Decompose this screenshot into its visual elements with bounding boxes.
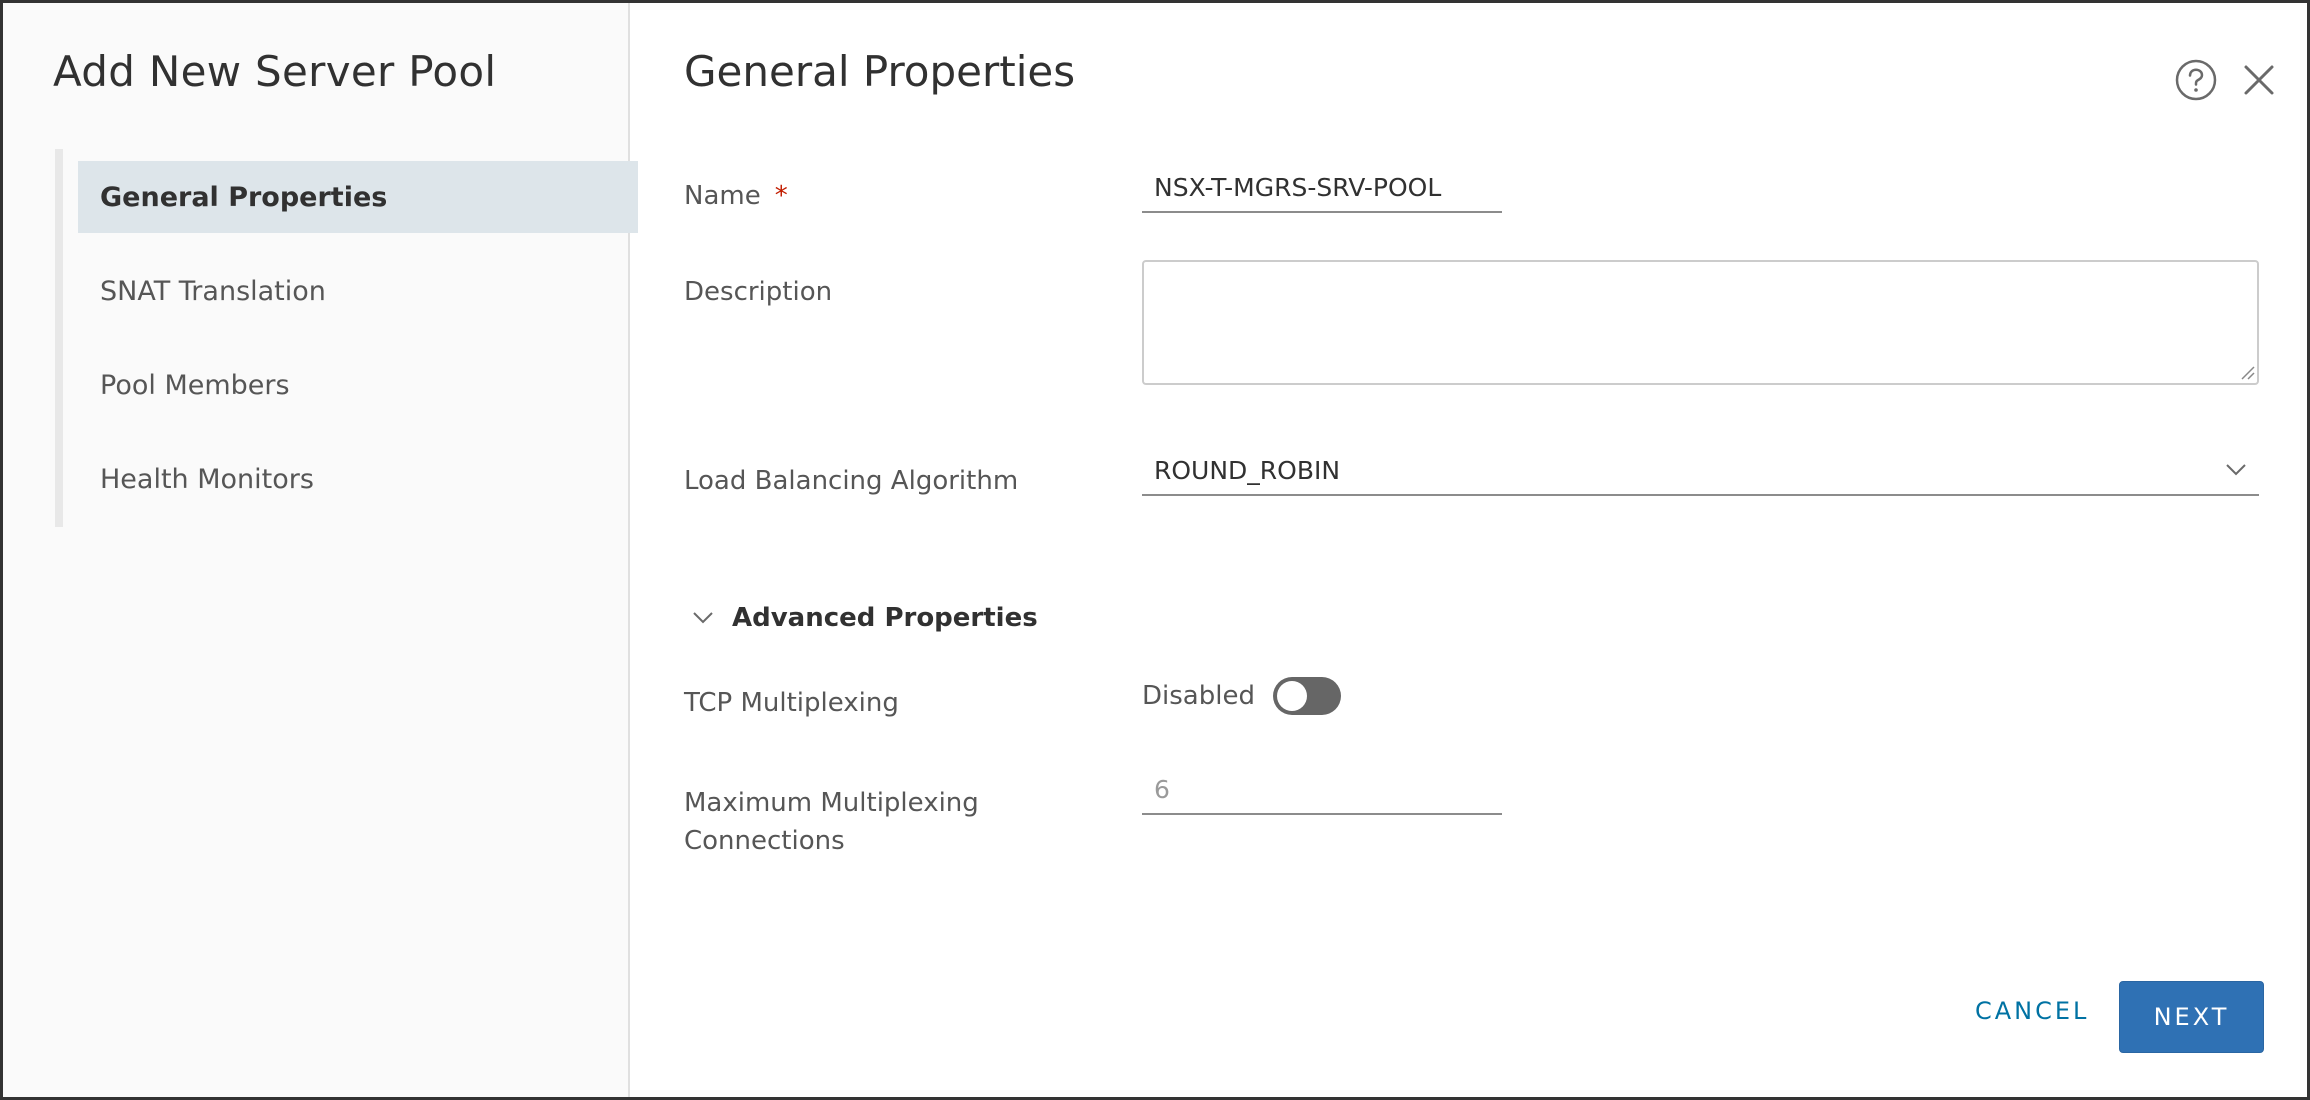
max-multiplexing-input[interactable] xyxy=(1142,765,1502,815)
advanced-properties-toggle[interactable]: Advanced Properties xyxy=(684,603,1038,633)
step-general-properties[interactable]: General Properties xyxy=(78,161,638,233)
wizard-title: Add New Server Pool xyxy=(53,47,497,96)
max-multiplexing-label-line1: Maximum Multiplexing xyxy=(684,788,979,818)
form-panel: General Properties Name * Description Loa… xyxy=(630,3,2307,1097)
tcp-multiplexing-label: TCP Multiplexing xyxy=(684,688,899,718)
advanced-properties-label: Advanced Properties xyxy=(732,603,1038,633)
step-pool-members[interactable]: Pool Members xyxy=(78,349,638,421)
cancel-button[interactable]: CANCEL xyxy=(1955,986,2109,1036)
toggle-knob xyxy=(1276,681,1307,711)
name-label: Name * xyxy=(684,181,788,211)
chevron-down-icon xyxy=(693,612,713,624)
max-multiplexing-label: Maximum Multiplexing Connections xyxy=(684,784,979,860)
tcp-multiplexing-toggle[interactable] xyxy=(1272,677,1341,715)
description-label: Description xyxy=(684,277,833,307)
resize-grip-icon[interactable] xyxy=(2238,363,2256,381)
algorithm-select[interactable]: ROUND_ROBIN xyxy=(1142,446,2259,496)
description-textarea[interactable] xyxy=(1142,260,2259,385)
algorithm-label: Load Balancing Algorithm xyxy=(684,466,1019,496)
close-icon[interactable] xyxy=(2240,61,2278,99)
section-title: General Properties xyxy=(684,47,1076,96)
step-health-monitors[interactable]: Health Monitors xyxy=(78,443,638,515)
next-button[interactable]: NEXT xyxy=(2119,981,2264,1053)
add-server-pool-dialog: Add New Server Pool General Properties S… xyxy=(0,0,2310,1100)
required-mark: * xyxy=(774,181,788,211)
tcp-multiplexing-control: Disabled xyxy=(1142,677,1341,715)
max-multiplexing-label-line2: Connections xyxy=(684,826,845,856)
wizard-steps: General Properties SNAT Translation Pool… xyxy=(55,149,638,527)
step-snat-translation[interactable]: SNAT Translation xyxy=(78,255,638,327)
chevron-down-icon xyxy=(2226,464,2246,476)
tcp-multiplexing-state: Disabled xyxy=(1142,681,1255,711)
wizard-sidebar: Add New Server Pool General Properties S… xyxy=(3,3,638,1097)
name-label-text: Name xyxy=(684,181,761,211)
algorithm-value: ROUND_ROBIN xyxy=(1154,455,1341,485)
help-circle-icon[interactable] xyxy=(2174,58,2218,102)
name-input[interactable] xyxy=(1142,163,1502,213)
